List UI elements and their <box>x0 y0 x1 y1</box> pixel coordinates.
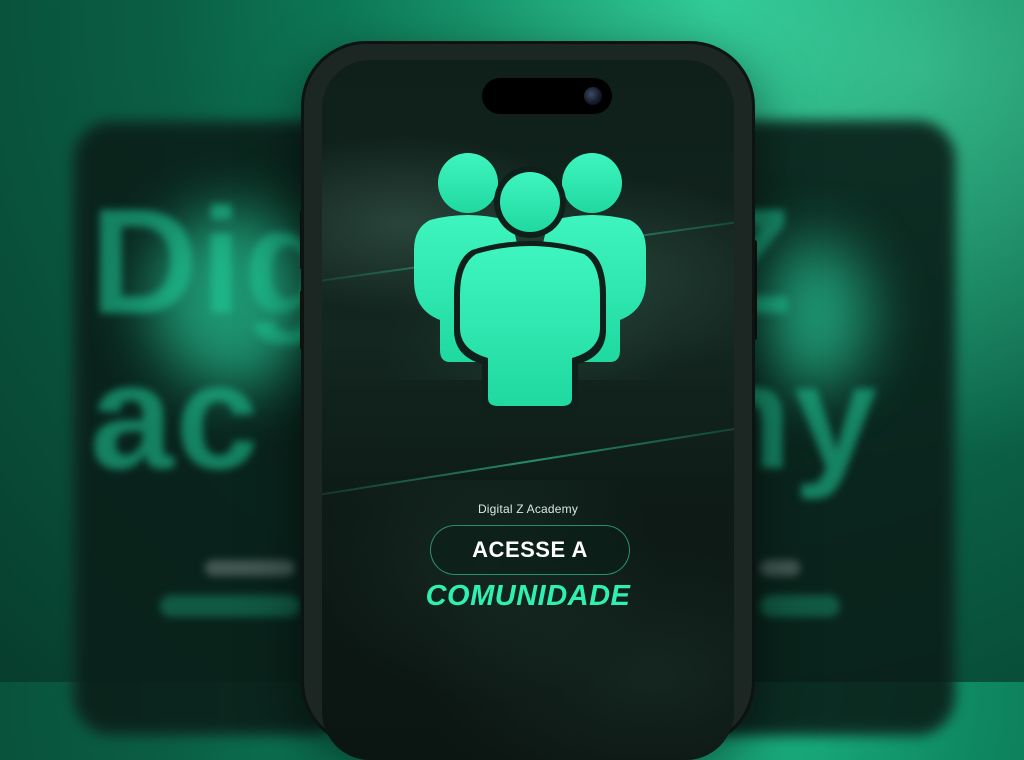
phone-power-button <box>752 240 757 340</box>
blurred-bar-right <box>760 595 840 617</box>
brand-label: Digital Z Academy <box>477 502 579 516</box>
blurred-bar-left <box>160 595 300 617</box>
phone-screen: Digital Z Academy ACESSE A COMUNIDADE <box>322 60 734 760</box>
access-community-button[interactable]: ACESSE A <box>430 525 630 575</box>
blurred-bar-left-top <box>205 560 295 576</box>
screen-content: Digital Z Academy ACESSE A COMUNIDADE <box>322 60 734 760</box>
blurred-bar-right-top <box>760 560 800 576</box>
community-headline: COMUNIDADE <box>425 580 631 612</box>
phone-frame: Digital Z Academy ACESSE A COMUNIDADE <box>304 44 752 760</box>
blurred-word-2: ac <box>90 332 261 500</box>
